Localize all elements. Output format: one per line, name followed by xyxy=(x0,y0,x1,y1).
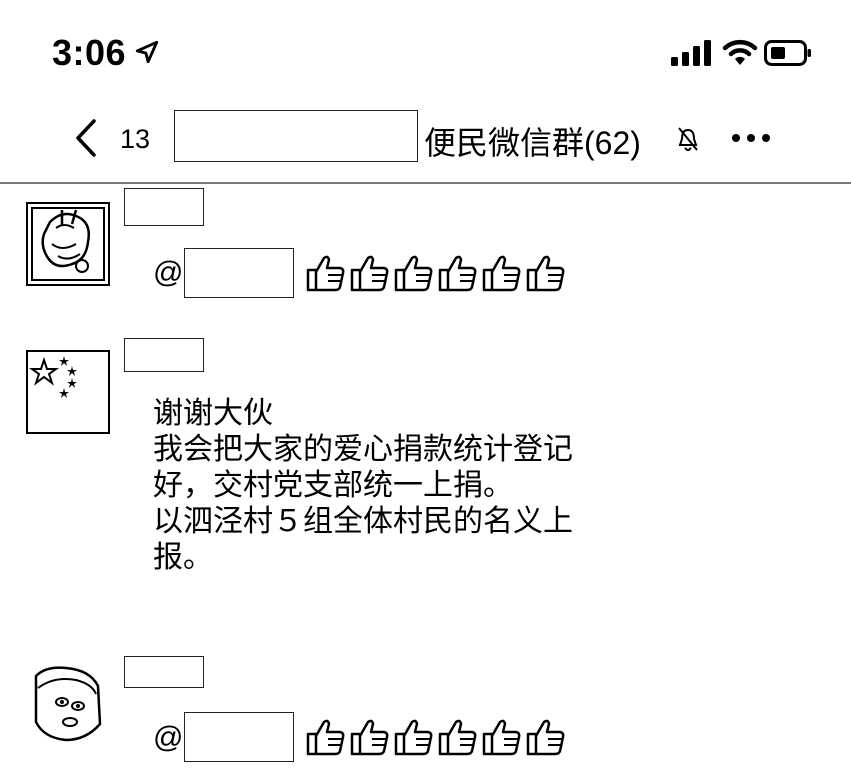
ellipsis-icon[interactable] xyxy=(730,120,772,156)
message-line: 好，交村党支部统一上捐。 xyxy=(153,469,513,502)
thumbs-up-icon xyxy=(350,719,389,756)
at-symbol: @ xyxy=(153,256,184,289)
message-line: 报。 xyxy=(153,541,213,574)
cellular-signal-icon xyxy=(671,40,711,66)
redacted-mention-name xyxy=(184,712,294,762)
status-bar: 3:06 xyxy=(0,0,851,100)
group-title: 便民微信群(62) xyxy=(424,125,641,161)
redacted-sender-name xyxy=(124,338,204,372)
thumbs-up-icon xyxy=(438,719,477,756)
status-time: 3:06 xyxy=(52,32,127,73)
mention-message: @ xyxy=(153,720,183,756)
avatar[interactable] xyxy=(26,202,110,286)
redacted-mention-name xyxy=(184,248,294,298)
wifi-icon xyxy=(722,39,758,65)
bell-slash-icon xyxy=(678,127,698,151)
thumbs-up-icon xyxy=(350,255,389,292)
chat-header: 13 便民微信群(62) xyxy=(0,100,851,184)
thumbs-up-row xyxy=(304,716,566,756)
battery-icon xyxy=(764,40,811,66)
mention-message: @ xyxy=(153,255,183,291)
thumbs-up-icon xyxy=(526,255,565,292)
message-line: 以泗泾村５组全体村民的名义上 xyxy=(153,505,573,538)
message-line: 我会把大家的爱心捐款统计登记 xyxy=(153,433,573,466)
avatar[interactable] xyxy=(26,664,106,744)
thumbs-up-icon xyxy=(482,255,521,292)
redacted-group-name xyxy=(174,110,418,162)
thumbs-up-icon xyxy=(526,719,565,756)
thumbs-up-icon xyxy=(306,719,345,756)
redacted-sender-name xyxy=(124,656,204,688)
location-arrow-icon xyxy=(135,40,159,64)
thumbs-up-icon xyxy=(482,719,521,756)
chevron-left-icon[interactable] xyxy=(72,118,100,158)
unread-count[interactable]: 13 xyxy=(120,124,150,155)
thumbs-up-icon xyxy=(438,255,477,292)
avatar[interactable] xyxy=(26,350,110,434)
thumbs-up-icon xyxy=(394,719,433,756)
thumbs-up-icon xyxy=(394,255,433,292)
thumbs-up-icon xyxy=(306,255,345,292)
message-text: 谢谢大伙 我会把大家的爱心捐款统计登记 好，交村党支部统一上捐。 以泗泾村５组全… xyxy=(153,396,573,576)
message-line: 谢谢大伙 xyxy=(153,397,273,430)
thumbs-up-row xyxy=(304,252,566,292)
redacted-sender-name xyxy=(124,188,204,226)
at-symbol: @ xyxy=(153,721,184,754)
